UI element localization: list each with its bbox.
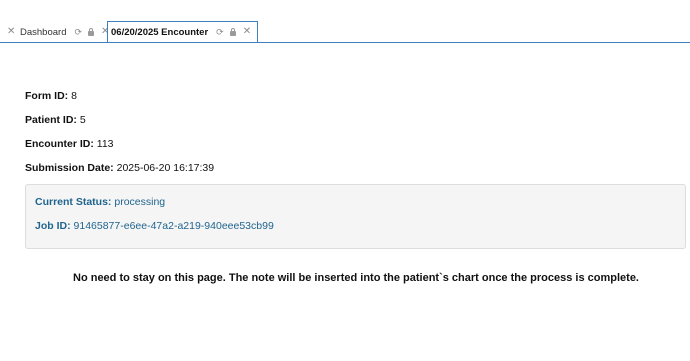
patient-id-field: Patient ID: 5: [25, 114, 86, 126]
patient-id-label: Patient ID:: [25, 114, 77, 126]
page-header-strip: [0, 0, 690, 22]
refresh-icon[interactable]: ⟳: [216, 27, 224, 37]
current-status: Current Status: processing: [35, 196, 165, 208]
encounter-id-label: Encounter ID:: [25, 138, 94, 150]
tab-encounter[interactable]: 06/20/2025 Encounter ⟳ ✕: [107, 21, 259, 42]
close-icon[interactable]: ✕: [243, 27, 251, 37]
encounter-id-value: 113: [96, 138, 114, 150]
job-id: Job ID: 91465877-e6ee-47a2-a219-940eee53…: [35, 220, 274, 232]
lock-icon[interactable]: [229, 27, 236, 36]
tab-bar: ✕ Dashboard ⟳ ✕ 06/20/2025 Encounter ⟳ ✕: [0, 21, 690, 43]
lock-icon[interactable]: [88, 27, 95, 36]
tab-dashboard[interactable]: Dashboard ⟳ ✕: [20, 22, 115, 42]
submission-date-value: 2025-06-20 16:17:39: [116, 162, 215, 174]
form-id-value: 8: [71, 90, 77, 102]
job-id-value: 91465877-e6ee-47a2-a219-940eee53cb99: [73, 220, 274, 232]
encounter-id-field: Encounter ID: 113: [25, 138, 114, 150]
current-status-label: Current Status:: [35, 196, 112, 208]
tab-label[interactable]: Dashboard: [20, 27, 66, 38]
status-panel: Current Status: processing Job ID: 91465…: [25, 184, 686, 249]
form-id-field: Form ID: 8: [25, 90, 77, 102]
patient-id-value: 5: [79, 114, 86, 126]
submission-date-field: Submission Date: 2025-06-20 16:17:39: [25, 162, 214, 174]
close-icon[interactable]: ✕: [7, 27, 15, 37]
submission-date-label: Submission Date:: [25, 162, 114, 174]
form-id-label: Form ID:: [25, 90, 69, 102]
refresh-icon[interactable]: ⟳: [74, 27, 82, 37]
info-note: No need to stay on this page. The note w…: [73, 272, 639, 284]
job-id-label: Job ID:: [35, 220, 71, 232]
current-status-value: processing: [114, 196, 166, 208]
tab-label[interactable]: 06/20/2025 Encounter: [111, 27, 208, 38]
